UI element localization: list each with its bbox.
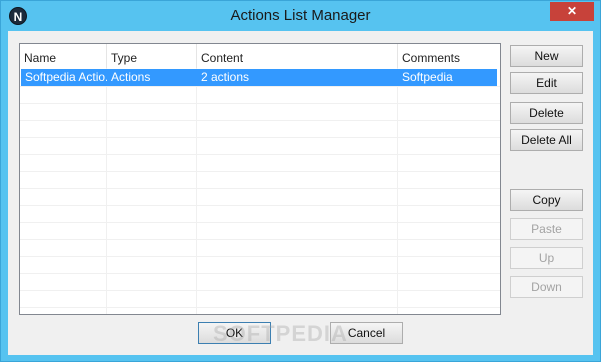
actions-list[interactable]: Name Type Content Comments Softpedia Act… bbox=[19, 43, 501, 315]
down-button[interactable]: Down bbox=[510, 276, 583, 298]
close-icon: ✕ bbox=[566, 4, 578, 18]
column-header-type[interactable]: Type bbox=[107, 44, 197, 68]
actions-list-manager-window: N Actions List Manager ✕ Name Type Conte… bbox=[0, 0, 601, 362]
delete-all-button[interactable]: Delete All bbox=[510, 129, 583, 151]
title-bar[interactable]: N Actions List Manager ✕ bbox=[1, 1, 600, 31]
new-button[interactable]: New bbox=[510, 45, 583, 67]
column-header-content[interactable]: Content bbox=[197, 44, 398, 68]
up-button[interactable]: Up bbox=[510, 247, 583, 269]
cell-comments: Softpedia bbox=[402, 70, 453, 84]
paste-button[interactable]: Paste bbox=[510, 218, 583, 240]
cell-name: Softpedia Actio... bbox=[25, 70, 107, 84]
close-button[interactable]: ✕ bbox=[550, 2, 594, 21]
edit-button[interactable]: Edit bbox=[510, 72, 583, 94]
cell-type: Actions bbox=[111, 70, 151, 84]
column-header-name[interactable]: Name bbox=[20, 44, 107, 68]
column-header-comments[interactable]: Comments bbox=[398, 44, 498, 68]
list-row[interactable]: Softpedia Actio... Actions 2 actions Sof… bbox=[21, 69, 497, 86]
copy-button[interactable]: Copy bbox=[510, 189, 583, 211]
window-title: Actions List Manager bbox=[230, 7, 371, 24]
list-header: Name Type Content Comments bbox=[20, 44, 500, 68]
cell-content: 2 actions bbox=[201, 70, 250, 84]
delete-button[interactable]: Delete bbox=[510, 102, 583, 124]
softpedia-watermark: SOFTPEDIA bbox=[213, 321, 348, 346]
dialog-body: Name Type Content Comments Softpedia Act… bbox=[8, 31, 593, 355]
